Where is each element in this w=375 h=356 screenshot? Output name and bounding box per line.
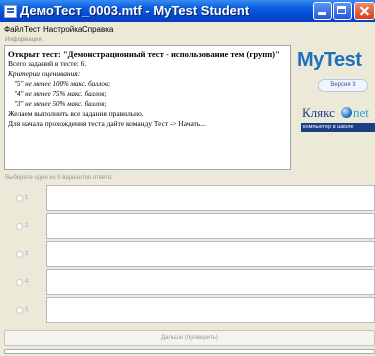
answer-number-1: 1 (25, 195, 29, 201)
menu-settings[interactable]: Настройка (43, 25, 82, 34)
progress-bar (4, 349, 375, 354)
criterion-3: "3" не менее 50% макс. баллов; (14, 100, 107, 108)
maximize-button[interactable] (333, 2, 352, 20)
menu-bar: Файл Тест Настройка Справка (0, 22, 375, 36)
answer-field-2[interactable] (46, 213, 375, 239)
test-heading: Открыт тест: "Демонстрационный тест - ис… (8, 49, 280, 59)
klyaks-logo-text: Клякс (302, 105, 335, 120)
minimize-button[interactable] (313, 2, 332, 20)
answer-field-4[interactable] (46, 269, 375, 295)
wish-text: Желаем выполнить все задания правильно. (8, 109, 144, 118)
task-count: Всего заданий в тесте: 6. (8, 59, 87, 68)
answer-number-3: 3 (25, 251, 29, 257)
close-button[interactable] (354, 2, 375, 20)
answer-row-3: 3 (4, 241, 375, 267)
answer-row-5: 5 (4, 297, 375, 323)
klyaks-logo[interactable]: Клякс net компьютер в школе (297, 102, 375, 136)
answer-row-4: 4 (4, 269, 375, 295)
answer-number-5: 5 (25, 307, 29, 313)
next-button[interactable]: Дальше (проверить) (4, 330, 375, 346)
answer-field-5[interactable] (46, 297, 375, 323)
next-button-label: Дальше (проверить) (161, 335, 218, 341)
answer-radio-2[interactable] (16, 223, 23, 230)
menu-file[interactable]: Файл (4, 25, 24, 34)
answer-radio-3[interactable] (16, 251, 23, 258)
answer-row-2: 2 (4, 213, 375, 239)
version-label: Версия 3 (330, 82, 356, 88)
criterion-5: "5" не менее 100% макс. баллов; (14, 80, 111, 88)
klyaks-tagline-strip: компьютер в школе (301, 123, 375, 132)
criteria-title: Критерии оценивания: (8, 69, 81, 78)
answer-field-1[interactable] (46, 185, 375, 211)
answer-field-3[interactable] (46, 241, 375, 267)
answer-radio-5[interactable] (16, 307, 23, 314)
menu-test[interactable]: Тест (24, 25, 41, 34)
answer-radio-1[interactable] (16, 195, 23, 202)
klyaks-net-text: net (353, 105, 369, 120)
title-bar[interactable]: ДемоТест_0003.mtf - MyTest Student (0, 0, 375, 22)
answer-number-4: 4 (25, 279, 29, 285)
answers-panel: 1 2 3 4 5 (4, 185, 375, 323)
globe-icon (341, 107, 352, 118)
version-badge: Версия 3 (318, 79, 368, 92)
info-panel: Открыт тест: "Демонстрационный тест - ис… (4, 45, 291, 170)
answers-caption: Выберите один из 5 вариантов ответа: (5, 175, 113, 181)
menu-help[interactable]: Справка (82, 25, 113, 34)
window-title: ДемоТест_0003.mtf - MyTest Student (20, 3, 250, 18)
answer-row-1: 1 (4, 185, 375, 211)
app-icon[interactable] (4, 5, 17, 18)
answer-radio-4[interactable] (16, 279, 23, 286)
start-hint: Для начала прохождения теста дайте коман… (8, 119, 206, 128)
klyaks-tagline: компьютер в школе (303, 124, 354, 130)
answer-number-2: 2 (25, 223, 29, 229)
info-text: Открыт тест: "Демонстрационный тест - ис… (8, 49, 288, 129)
criterion-4: "4" не менее 75% макс. баллов; (14, 90, 107, 98)
mytest-logo: MyTest Версия 3 (297, 45, 375, 100)
info-caption: Информация (5, 37, 42, 43)
mytest-logo-text: MyTest (297, 49, 362, 71)
